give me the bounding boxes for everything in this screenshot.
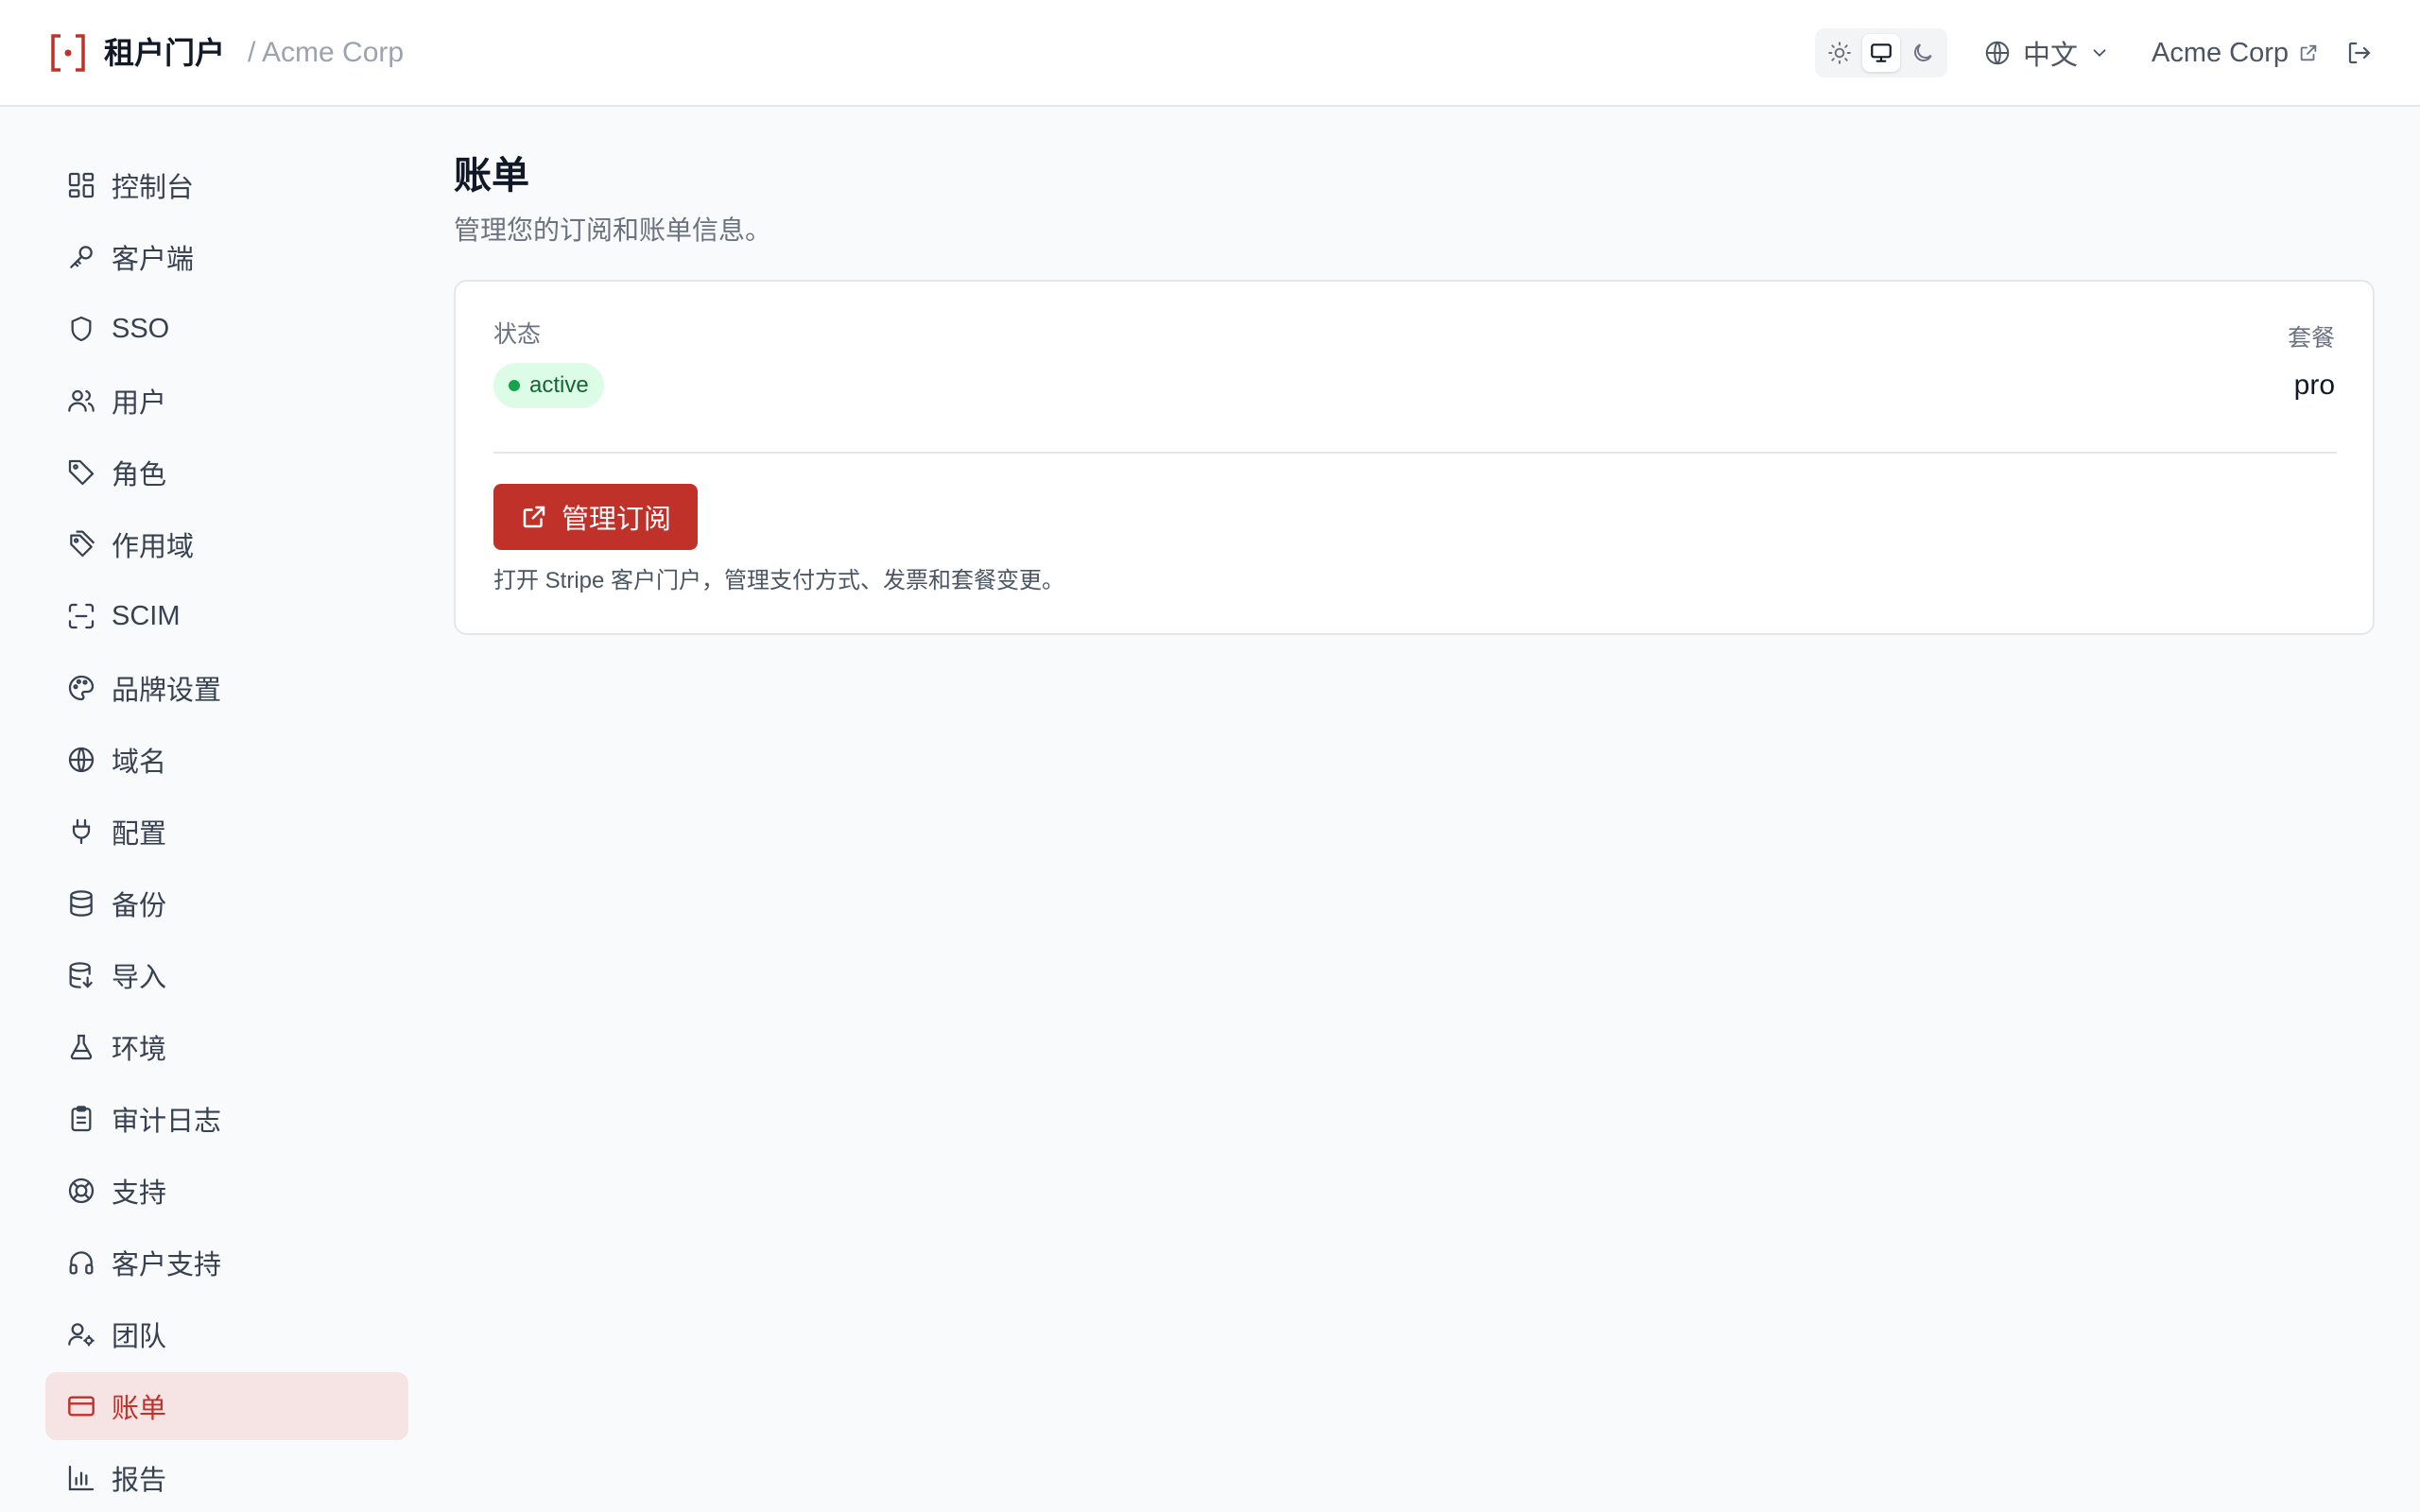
language-selector[interactable]: 中文 <box>1983 32 2110 74</box>
sidebar-item-label: 角色 <box>112 460 167 490</box>
sidebar-item-label: 环境 <box>112 1035 167 1065</box>
scan-icon <box>68 603 95 629</box>
sidebar-item-support[interactable]: 支持 <box>45 1157 408 1225</box>
sidebar-item-scopes[interactable]: 作用域 <box>45 510 408 578</box>
sidebar-item-import[interactable]: 导入 <box>45 941 408 1009</box>
shield-icon <box>71 316 92 342</box>
headphones-icon <box>69 1251 94 1275</box>
sidebar-item-reports[interactable]: 报告 <box>45 1444 408 1512</box>
external-link-icon <box>2300 44 2317 61</box>
sidebar-item-label: 支持 <box>112 1178 167 1209</box>
sidebar-item-team[interactable]: 团队 <box>45 1300 408 1368</box>
users-icon <box>68 389 95 412</box>
tenant-link[interactable]: Acme Corp <box>2152 32 2319 74</box>
monitor-icon <box>1871 43 1892 62</box>
theme-system-button[interactable] <box>1862 34 1900 72</box>
sidebar-item-backup[interactable]: 备份 <box>45 869 408 937</box>
sidebar-item-label: 配置 <box>112 819 167 850</box>
manage-hint: 打开 Stripe 客户门户，管理支付方式、发票和套餐变更。 <box>493 568 1065 593</box>
language-label: 中文 <box>2023 41 2079 71</box>
user-cog-icon <box>68 1323 95 1347</box>
sidebar-item-label: 用户 <box>112 388 167 419</box>
sidebar-item-sso[interactable]: SSO <box>45 295 408 363</box>
status-label: 状态 <box>493 321 542 348</box>
theme-switcher <box>1815 28 1947 77</box>
flask-icon <box>70 1034 93 1060</box>
page-title: 账单 <box>454 155 529 197</box>
sidebar-item-branding[interactable]: 品牌设置 <box>45 654 408 722</box>
moon-icon <box>1914 43 1932 61</box>
divider <box>493 452 2337 454</box>
sidebar-item-label: 报告 <box>112 1466 167 1496</box>
top-header: 租户门户 / Acme Corp 中文 Acme Corp <box>0 0 2420 107</box>
tags-icon <box>70 530 95 558</box>
sidebar-item-users[interactable]: 用户 <box>45 367 408 435</box>
database-icon <box>70 890 93 917</box>
lifebuoy-icon <box>68 1177 95 1204</box>
plan-value: pro <box>2293 369 2335 401</box>
sidebar-item-label: 审计日志 <box>112 1107 222 1137</box>
globe-icon <box>68 747 95 773</box>
sidebar-item-billing[interactable]: 账单 <box>45 1372 408 1440</box>
sidebar-item-customer-support[interactable]: 客户支持 <box>45 1228 408 1297</box>
sidebar-item-scim[interactable]: SCIM <box>45 582 408 650</box>
brand-logo-icon[interactable] <box>49 32 87 74</box>
sidebar-item-dashboard[interactable]: 控制台 <box>45 151 408 219</box>
key-icon <box>70 246 93 268</box>
sidebar-item-label: SCIM <box>112 600 181 631</box>
page-subtitle: 管理您的订阅和账单信息。 <box>454 215 772 245</box>
sidebar-item-clients[interactable]: 客户端 <box>45 223 408 291</box>
dashboard-icon <box>68 172 95 198</box>
sidebar-item-domains[interactable]: 域名 <box>45 726 408 794</box>
status-badge: active <box>493 363 604 408</box>
sidebar-item-label: 品牌设置 <box>112 676 222 706</box>
theme-dark-button[interactable] <box>1904 34 1942 72</box>
logout-icon <box>2348 42 2371 64</box>
manage-subscription-button[interactable]: 管理订阅 <box>493 484 698 550</box>
sidebar-item-label: 团队 <box>112 1322 167 1352</box>
palette-icon <box>68 675 95 701</box>
chevron-down-icon <box>2093 49 2106 58</box>
subscription-card: 状态 active 套餐 pro 管理订阅 打开 Stripe 客户门户，管理支… <box>454 280 2375 635</box>
manage-subscription-label: 管理订阅 <box>561 505 671 535</box>
sidebar-item-roles[interactable]: 角色 <box>45 438 408 507</box>
theme-light-button[interactable] <box>1821 34 1858 72</box>
sidebar-item-environments[interactable]: 环境 <box>45 1013 408 1081</box>
sidebar-item-label: 控制台 <box>112 173 195 203</box>
sidebar-item-audit-log[interactable]: 审计日志 <box>45 1085 408 1153</box>
clipboard-icon <box>71 1106 92 1132</box>
sidebar-item-label: 导入 <box>112 963 167 993</box>
tenant-name: Acme Corp <box>2152 37 2290 68</box>
sidebar-item-label: 客户端 <box>112 245 195 275</box>
sidebar-item-label: 客户支持 <box>112 1250 222 1280</box>
status-value: active <box>529 372 589 398</box>
sidebar-item-label: 域名 <box>112 747 167 778</box>
globe-icon <box>1985 41 2010 65</box>
plug-icon <box>72 818 91 845</box>
sun-icon <box>1828 42 1851 64</box>
tag-icon <box>68 459 95 486</box>
breadcrumb: / Acme Corp <box>248 37 405 68</box>
logout-button[interactable] <box>2341 34 2378 72</box>
sidebar-item-label: 备份 <box>112 891 167 921</box>
brand-title[interactable]: 租户门户 <box>104 34 225 72</box>
sidebar-item-label: 作用域 <box>112 532 195 562</box>
bar-chart-icon <box>68 1465 95 1491</box>
database-import-icon <box>69 962 93 988</box>
sidebar-item-label: SSO <box>112 313 170 344</box>
status-dot-icon <box>509 380 520 391</box>
credit-card-icon <box>68 1396 95 1417</box>
sidebar-item-config[interactable]: 配置 <box>45 798 408 866</box>
sidebar-item-label: 账单 <box>112 1394 167 1424</box>
plan-label: 套餐 <box>2287 325 2335 352</box>
external-link-icon <box>523 506 545 528</box>
